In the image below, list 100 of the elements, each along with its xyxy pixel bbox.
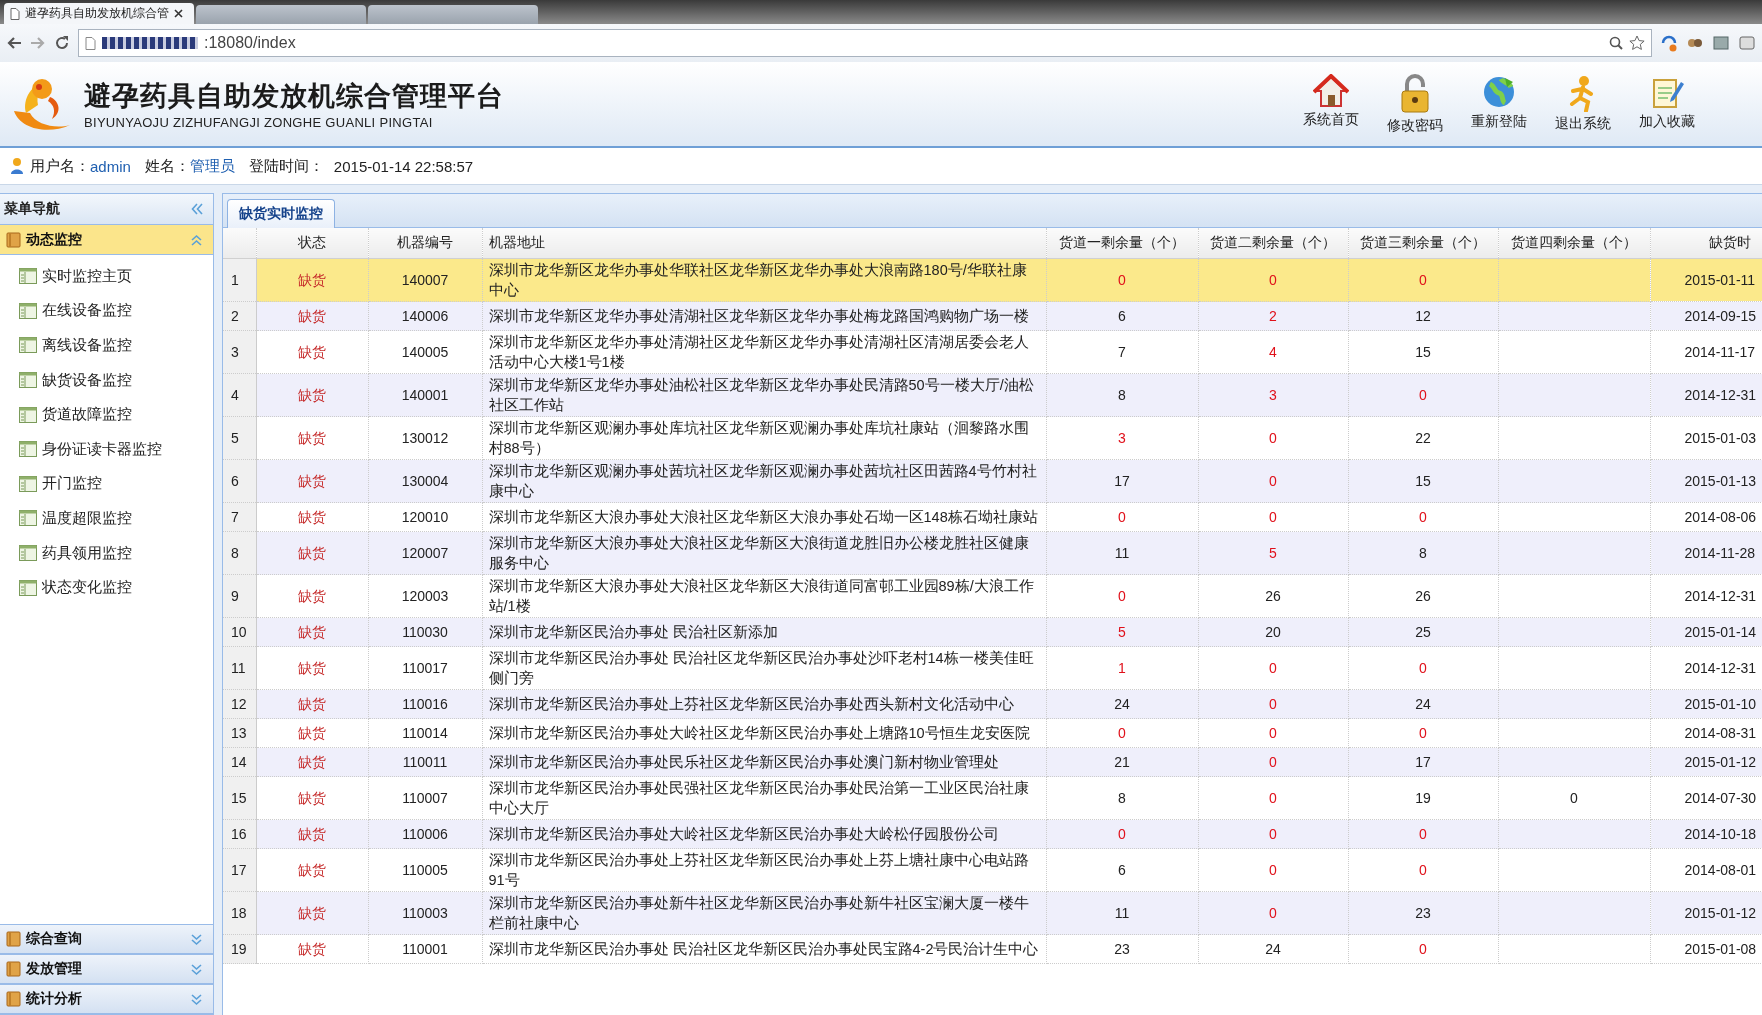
table-cell: 2014-12-31 [1650, 646, 1762, 690]
status-text: 缺货 [256, 330, 368, 374]
status-text: 缺货 [256, 646, 368, 690]
table-cell: 2014-09-15 [1650, 301, 1762, 331]
column-header[interactable]: 货道四剩余量（个） [1498, 228, 1650, 259]
column-header[interactable]: 货道二剩余量（个） [1198, 228, 1348, 259]
row-number: 4 [223, 373, 256, 417]
table-cell: 深圳市龙华新区龙华办事处油松社区龙华新区龙华办事处民清路50号一楼大厅/油松社区工作站 [482, 373, 1046, 417]
table-row[interactable]: 12 缺货 110016 深圳市龙华新区民治办事处上芬社区龙华新区民治办事处西头新村文化活动中心 24 0 24 2015-01-10 [223, 689, 1762, 719]
expand-icon[interactable] [190, 932, 203, 946]
tab[interactable]: 缺货实时监控 [227, 199, 335, 228]
column-header[interactable]: 机器地址 [482, 228, 1046, 259]
table-row[interactable]: 18 缺货 110003 深圳市龙华新区民治办事处新牛社区龙华新区民治办事处新牛社区宝澜大厦一楼牛栏前社康中心 11 0 23 2015-01-12 [223, 891, 1762, 935]
table-cell: 24 [1046, 689, 1198, 719]
row-number: 1 [223, 258, 256, 302]
menu-item[interactable]: 货道故障监控 [0, 397, 213, 432]
menu-item[interactable]: 状态变化监控 [0, 570, 213, 605]
search-icon[interactable] [1609, 36, 1623, 50]
table-cell: 7 [1046, 330, 1198, 374]
star-icon[interactable] [1629, 35, 1645, 51]
table-cell: 深圳市龙华新区民治办事处上芬社区龙华新区民治办事处西头新村文化活动中心 [482, 689, 1046, 719]
menu-group[interactable]: 动态监控 [0, 225, 213, 255]
table-row[interactable]: 10 缺货 110030 深圳市龙华新区民治办事处 民治社区新添加 5 20 25 2015-01-14 [223, 617, 1762, 647]
expand-icon[interactable] [190, 962, 203, 976]
table-cell: 21 [1046, 747, 1198, 777]
forward-icon[interactable] [30, 36, 46, 50]
toolbar-button[interactable]: 修改密码 [1380, 73, 1450, 135]
table-cell: 深圳市龙华新区龙华办事处清湖社区龙华新区龙华办事处梅龙路国鸿购物广场一楼 [482, 301, 1046, 331]
table-cell: 深圳市龙华新区大浪办事处大浪社区龙华新区大浪办事处石坳一区148栋石坳社康站 [482, 502, 1046, 532]
column-header[interactable]: 缺货时 [1650, 228, 1762, 259]
table-icon [19, 510, 37, 527]
browser-tab[interactable]: 避孕药具自助发放机综合管 [4, 3, 194, 24]
menu-item[interactable]: 身份证读卡器监控 [0, 431, 213, 467]
table-row[interactable]: 7 缺货 120010 深圳市龙华新区大浪办事处大浪社区龙华新区大浪办事处石坳一区148栋石坳社康站 0 0 0 2014-08-06 [223, 502, 1762, 532]
table-cell: 110006 [368, 819, 482, 849]
extension-icon[interactable] [1712, 34, 1730, 52]
expand-icon[interactable] [190, 992, 203, 1006]
reload-icon[interactable] [54, 35, 70, 51]
table-row[interactable]: 11 缺货 110017 深圳市龙华新区民治办事处 民治社区龙华新区民治办事处沙吓老村14栋一楼美佳旺侧门旁 1 0 0 2014-12-31 [223, 646, 1762, 690]
close-icon[interactable] [174, 9, 183, 18]
extension-icon[interactable] [1738, 34, 1756, 52]
table-cell: 2014-10-18 [1650, 819, 1762, 849]
address-field[interactable]: :18080/index [78, 29, 1652, 57]
menu-group[interactable]: 综合查询 [0, 924, 213, 954]
table-cell: 6 [1046, 848, 1198, 892]
collapse-icon[interactable] [191, 203, 203, 215]
table-row[interactable]: 17 缺货 110005 深圳市龙华新区民治办事处上芬社区龙华新区民治办事处上芬上塘社康中心电站路91号 6 0 0 2014-08-01 [223, 848, 1762, 892]
status-text: 缺货 [256, 301, 368, 331]
menu-item[interactable]: 在线设备监控 [0, 293, 213, 329]
collapse-icon[interactable] [190, 233, 203, 246]
menu-item[interactable]: 温度超限监控 [0, 501, 213, 536]
table-row[interactable]: 6 缺货 130004 深圳市龙华新区观澜办事处茜坑社区龙华新区观澜办事处茜坑社区田茜路4号竹村社康中心 17 0 15 2015-01-13 [223, 459, 1762, 503]
table-row[interactable]: 14 缺货 110011 深圳市龙华新区民治办事处民乐社区龙华新区民治办事处澳门新村物业管理处 21 0 17 2015-01-12 [223, 747, 1762, 777]
menu-item[interactable]: 药具领用监控 [0, 535, 213, 571]
status-text: 缺货 [256, 459, 368, 503]
status-text: 缺货 [256, 531, 368, 575]
username-link[interactable]: admin [90, 157, 131, 175]
table-cell: 140001 [368, 373, 482, 417]
column-header[interactable]: 货道一剩余量（个） [1046, 228, 1198, 259]
table-cell: 6 [1046, 301, 1198, 331]
status-text: 缺货 [256, 776, 368, 820]
table-cell: 0 [1348, 934, 1498, 964]
menu-item[interactable]: 离线设备监控 [0, 328, 213, 363]
table-row[interactable]: 19 缺货 110001 深圳市龙华新区民治办事处 民治社区龙华新区民治办事处民宝路4-2号民治计生中心 23 24 0 2015-01-08 [223, 934, 1762, 964]
toolbar-button[interactable]: 加入收藏 [1632, 73, 1702, 135]
table-row[interactable]: 16 缺货 110006 深圳市龙华新区民治办事处大岭社区龙华新区民治办事处大岭松仔园股份公司 0 0 0 2014-10-18 [223, 819, 1762, 849]
table-row[interactable]: 3 缺货 140005 深圳市龙华新区龙华办事处清湖社区龙华新区龙华办事处清湖社区清湖居委会老人活动中心大楼1号1楼 7 4 15 2014-11-17 [223, 330, 1762, 374]
name-link[interactable]: 管理员 [189, 156, 235, 176]
extension-icon[interactable] [1660, 34, 1678, 52]
menu-group[interactable]: 发放管理 [0, 954, 213, 984]
back-icon[interactable] [6, 36, 22, 50]
column-header[interactable]: 机器编号 [368, 228, 482, 259]
table-cell: 130012 [368, 416, 482, 460]
table-icon [19, 579, 37, 596]
toolbar-button[interactable]: 退出系统 [1548, 73, 1618, 135]
menu-item[interactable]: 缺货设备监控 [0, 362, 213, 398]
menu-group[interactable]: 统计分析 [0, 984, 213, 1014]
table-row[interactable]: 8 缺货 120007 深圳市龙华新区大浪办事处大浪社区龙华新区大浪街道龙胜旧办公楼龙胜社区健康服务中心 11 5 8 2014-11-28 [223, 531, 1762, 575]
table-cell: 2014-12-31 [1650, 574, 1762, 618]
toolbar-button[interactable]: 系统首页 [1296, 73, 1366, 135]
table-row[interactable]: 15 缺货 110007 深圳市龙华新区民治办事处民强社区龙华新区民治办事处民治第一工业区民治社康中心大厅 8 0 19 0 2014-07-30 [223, 776, 1762, 820]
table-row[interactable]: 5 缺货 130012 深圳市龙华新区观澜办事处库坑社区龙华新区观澜办事处库坑社康站（洄黎路水围村88号） 3 0 22 2015-01-03 [223, 416, 1762, 460]
menu-item[interactable]: 实时监控主页 [0, 259, 213, 294]
status-text: 缺货 [256, 574, 368, 618]
table-cell: 0 [1348, 373, 1498, 417]
table-cell: 4 [1198, 330, 1348, 374]
table-cell: 深圳市龙华新区民治办事处大岭社区龙华新区民治办事处大岭松仔园股份公司 [482, 819, 1046, 849]
table-row[interactable]: 13 缺货 110014 深圳市龙华新区民治办事处大岭社区龙华新区民治办事处上塘路10号恒生龙安医院 0 0 0 2014-08-31 [223, 718, 1762, 748]
table-cell: 深圳市龙华新区民治办事处新牛社区龙华新区民治办事处新牛社区宝澜大厦一楼牛栏前社康中心 [482, 891, 1046, 935]
table-cell: 深圳市龙华新区民治办事处上芬社区龙华新区民治办事处上芬上塘社康中心电站路91号 [482, 848, 1046, 892]
table-row[interactable]: 9 缺货 120003 深圳市龙华新区大浪办事处大浪社区龙华新区大浪街道同富邨工业园89栋/大浪工作站/1楼 0 26 26 2014-12-31 [223, 574, 1762, 618]
table-row[interactable]: 2 缺货 140006 深圳市龙华新区龙华办事处清湖社区龙华新区龙华办事处梅龙路国鸿购物广场一楼 6 2 12 2014-09-15 [223, 301, 1762, 331]
column-header[interactable]: 货道三剩余量（个） [1348, 228, 1498, 259]
column-header[interactable]: 状态 [256, 228, 368, 259]
table-row[interactable]: 4 缺货 140001 深圳市龙华新区龙华办事处油松社区龙华新区龙华办事处民清路50号一楼大厅/油松社区工作站 8 3 0 2014-12-31 [223, 373, 1762, 417]
status-text: 缺货 [256, 373, 368, 417]
menu-item[interactable]: 开门监控 [0, 466, 213, 502]
table-cell: 0 [1348, 646, 1498, 690]
toolbar-button[interactable]: 重新登陆 [1464, 73, 1534, 135]
table-row[interactable]: 1 缺货 140007 深圳市龙华新区龙华办事处华联社区龙华新区龙华办事处大浪南路180号/华联社康中心 0 0 0 2015-01-11 [223, 258, 1762, 302]
